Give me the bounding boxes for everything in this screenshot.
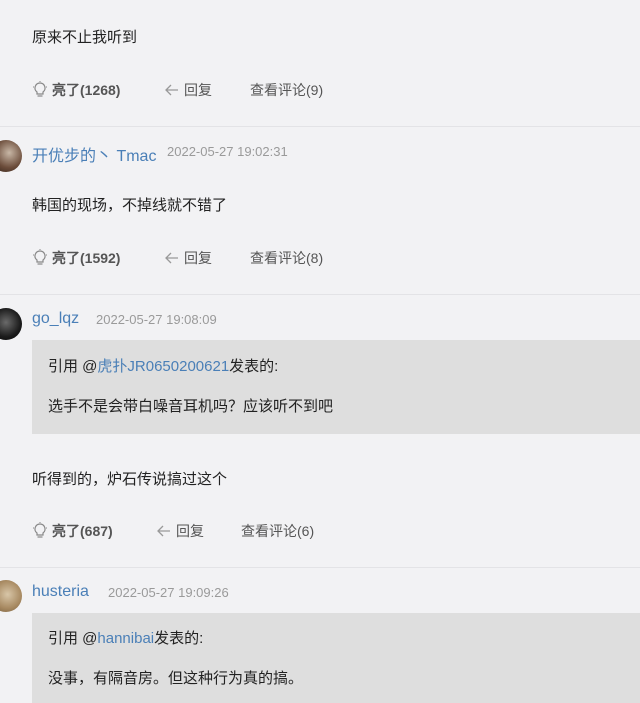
- quote-block: 引用 @hannibai发表的: 没事，有隔音房。但这种行为真的搞。: [32, 613, 640, 703]
- avatar[interactable]: [0, 580, 22, 612]
- quote-prefix: 引用 @: [48, 630, 98, 647]
- post-divider: [0, 126, 640, 127]
- view-comments-label: 查看评论(8): [250, 250, 324, 266]
- post-content: 韩国的现场，不掉线就不错了: [32, 197, 228, 214]
- reply-button[interactable]: 回复: [164, 248, 212, 268]
- post-divider: [0, 294, 640, 295]
- lightbulb-icon: [33, 522, 47, 538]
- quote-block: 引用 @虎扑JR0650200621发表的: 选手不是会带白噪音耳机吗？应该听不…: [32, 340, 640, 434]
- light-button[interactable]: 亮了(1592): [32, 248, 120, 268]
- username[interactable]: go_lqz: [32, 310, 79, 328]
- reply-button[interactable]: 回复: [164, 80, 212, 100]
- reply-icon: [165, 252, 178, 264]
- avatar[interactable]: [0, 308, 22, 340]
- username[interactable]: husteria: [32, 583, 89, 601]
- view-comments-label: 查看评论(6): [241, 523, 315, 539]
- timestamp: 2022-05-27 19:09:26: [108, 585, 229, 600]
- lightbulb-icon: [33, 81, 47, 97]
- light-button[interactable]: 亮了(687): [32, 521, 113, 541]
- view-comments-label: 查看评论(9): [250, 82, 324, 98]
- post-divider: [0, 567, 640, 568]
- quote-reference: 引用 @hannibai发表的:: [48, 627, 203, 648]
- reply-label: 回复: [176, 523, 204, 539]
- quote-text: 没事，有隔音房。但这种行为真的搞。: [48, 670, 304, 687]
- timestamp: 2022-05-27 19:02:31: [167, 144, 288, 159]
- reply-icon: [165, 84, 178, 96]
- post-content: 原来不止我听到: [32, 29, 138, 46]
- post-content: 听得到的，炉石传说搞过这个: [32, 471, 228, 488]
- reply-icon: [157, 525, 170, 537]
- light-button[interactable]: 亮了(1268): [32, 80, 120, 100]
- view-comments-button[interactable]: 查看评论(9): [250, 80, 323, 100]
- quote-prefix: 引用 @: [48, 358, 98, 375]
- quote-suffix: 发表的:: [229, 358, 279, 375]
- username[interactable]: 开优步的丶 Tmac: [32, 142, 156, 166]
- quote-author-link[interactable]: 虎扑JR0650200621: [97, 358, 229, 375]
- quote-author-link[interactable]: hannibai: [97, 630, 154, 647]
- quote-text: 选手不是会带白噪音耳机吗？应该听不到吧: [48, 398, 334, 415]
- reply-label: 回复: [184, 82, 212, 98]
- timestamp: 2022-05-27 19:08:09: [96, 312, 217, 327]
- avatar[interactable]: [0, 140, 22, 172]
- view-comments-button[interactable]: 查看评论(8): [250, 248, 323, 268]
- quote-suffix: 发表的:: [154, 630, 204, 647]
- reply-button[interactable]: 回复: [156, 521, 204, 541]
- lightbulb-icon: [33, 249, 47, 265]
- light-label: 亮了(1268): [52, 82, 121, 98]
- quote-reference: 引用 @虎扑JR0650200621发表的:: [48, 355, 278, 376]
- view-comments-button[interactable]: 查看评论(6): [241, 521, 314, 541]
- light-label: 亮了(1592): [52, 250, 121, 266]
- reply-label: 回复: [184, 250, 212, 266]
- light-label: 亮了(687): [52, 523, 113, 539]
